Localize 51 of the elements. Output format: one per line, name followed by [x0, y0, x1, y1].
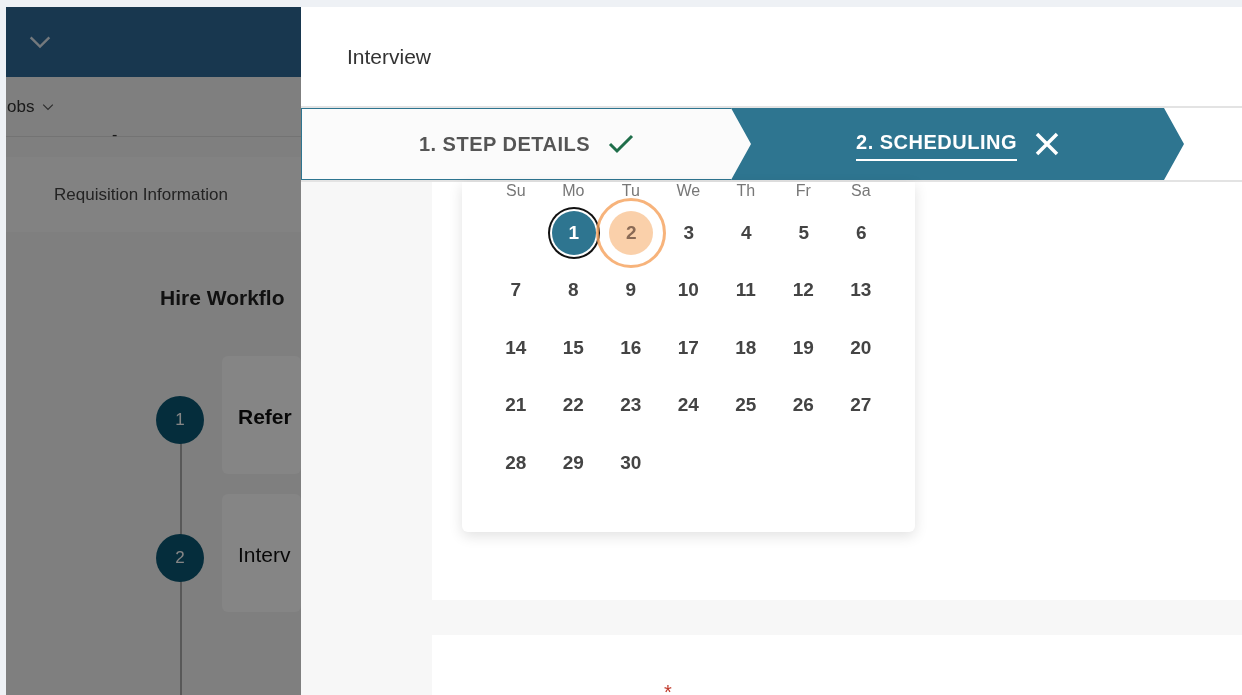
step-number: 1	[156, 395, 204, 444]
chevron-down-icon[interactable]	[28, 35, 52, 49]
calendar-day[interactable]: 24	[666, 383, 711, 428]
dash-text: -	[112, 125, 118, 145]
stepper-tab[interactable]: 1. STEP DETAILS	[301, 108, 751, 180]
modal-title: Interview	[301, 7, 1242, 108]
calendar-day[interactable]: 20	[838, 325, 883, 370]
calendar-day[interactable]: 26	[781, 383, 826, 428]
calendar-day[interactable]: 16	[608, 325, 653, 370]
calendar-day[interactable]: 3	[666, 210, 711, 255]
check-icon[interactable]	[608, 134, 635, 154]
calendar-day[interactable]: 19	[781, 325, 826, 370]
step-number: 2	[156, 533, 204, 582]
weekday-label: Th	[735, 182, 757, 201]
calendar-day[interactable]: 11	[723, 268, 768, 313]
step-card[interactable]: Interv	[222, 493, 301, 612]
calendar-day[interactable]: 5	[781, 210, 826, 255]
weekday-label: Sa	[849, 182, 872, 201]
calendar-day[interactable]: 23	[608, 383, 653, 428]
calendar-day[interactable]: 6	[839, 210, 884, 255]
calendar-day[interactable]: 18	[723, 325, 768, 370]
calendar-day[interactable]: 28	[493, 440, 538, 485]
calendar-day[interactable]: 9	[608, 268, 653, 313]
calendar-day[interactable]: 27	[838, 383, 883, 428]
calendar-day[interactable]: 17	[666, 325, 711, 370]
weekday-label: Mo	[561, 182, 586, 201]
calendar-day[interactable]: 1	[551, 210, 596, 255]
calendar-day[interactable]: 25	[723, 383, 768, 428]
weekday-label: Su	[504, 182, 527, 201]
required-mark: *	[664, 681, 672, 695]
weekday-label: Fr	[794, 182, 812, 201]
calendar-day[interactable]: 15	[551, 325, 596, 370]
step-card[interactable]: Refer	[222, 355, 301, 474]
calendar-day[interactable]: 13	[838, 268, 883, 313]
chevron-down-icon	[42, 102, 55, 111]
nav-link[interactable]: obs	[7, 93, 55, 120]
calendar-day[interactable]: 21	[493, 383, 538, 428]
weekday-label: Tu	[620, 182, 641, 201]
calendar-day[interactable]: 14	[493, 325, 538, 370]
calendar-day[interactable]: 29	[551, 440, 596, 485]
calendar-day[interactable]: 10	[666, 268, 711, 313]
calendar-day[interactable]: 4	[724, 210, 769, 255]
stepper-tab[interactable]: 2. SCHEDULING	[731, 108, 1184, 180]
calendar-day[interactable]: 7	[493, 268, 538, 313]
calendar-day[interactable]: 30	[608, 440, 653, 485]
calendar-day[interactable]: 22	[551, 383, 596, 428]
calendar-day[interactable]: 8	[551, 268, 596, 313]
close-icon[interactable]	[1035, 132, 1059, 156]
weekday-label: We	[675, 182, 702, 201]
calendar-day[interactable]: 12	[781, 268, 826, 313]
section-title: Hire Workflo	[159, 285, 286, 311]
